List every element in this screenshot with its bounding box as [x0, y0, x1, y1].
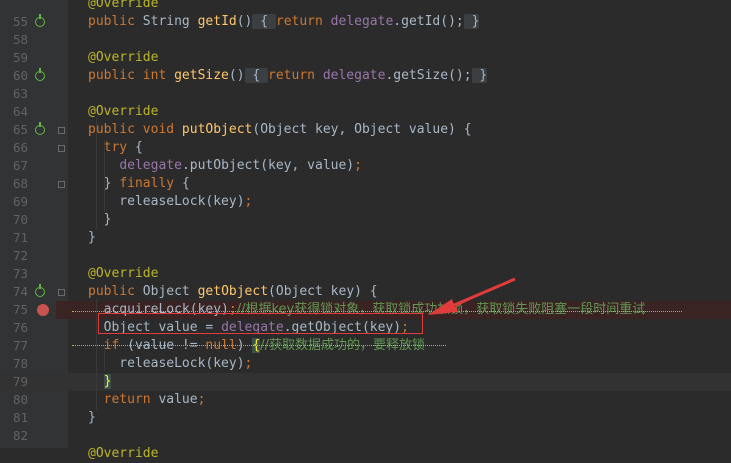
code-token: @Override — [88, 446, 159, 461]
code-editor[interactable]: @Override 55 public String getId() { retur… — [0, 0, 731, 461]
red-arrow-icon — [428, 277, 516, 315]
